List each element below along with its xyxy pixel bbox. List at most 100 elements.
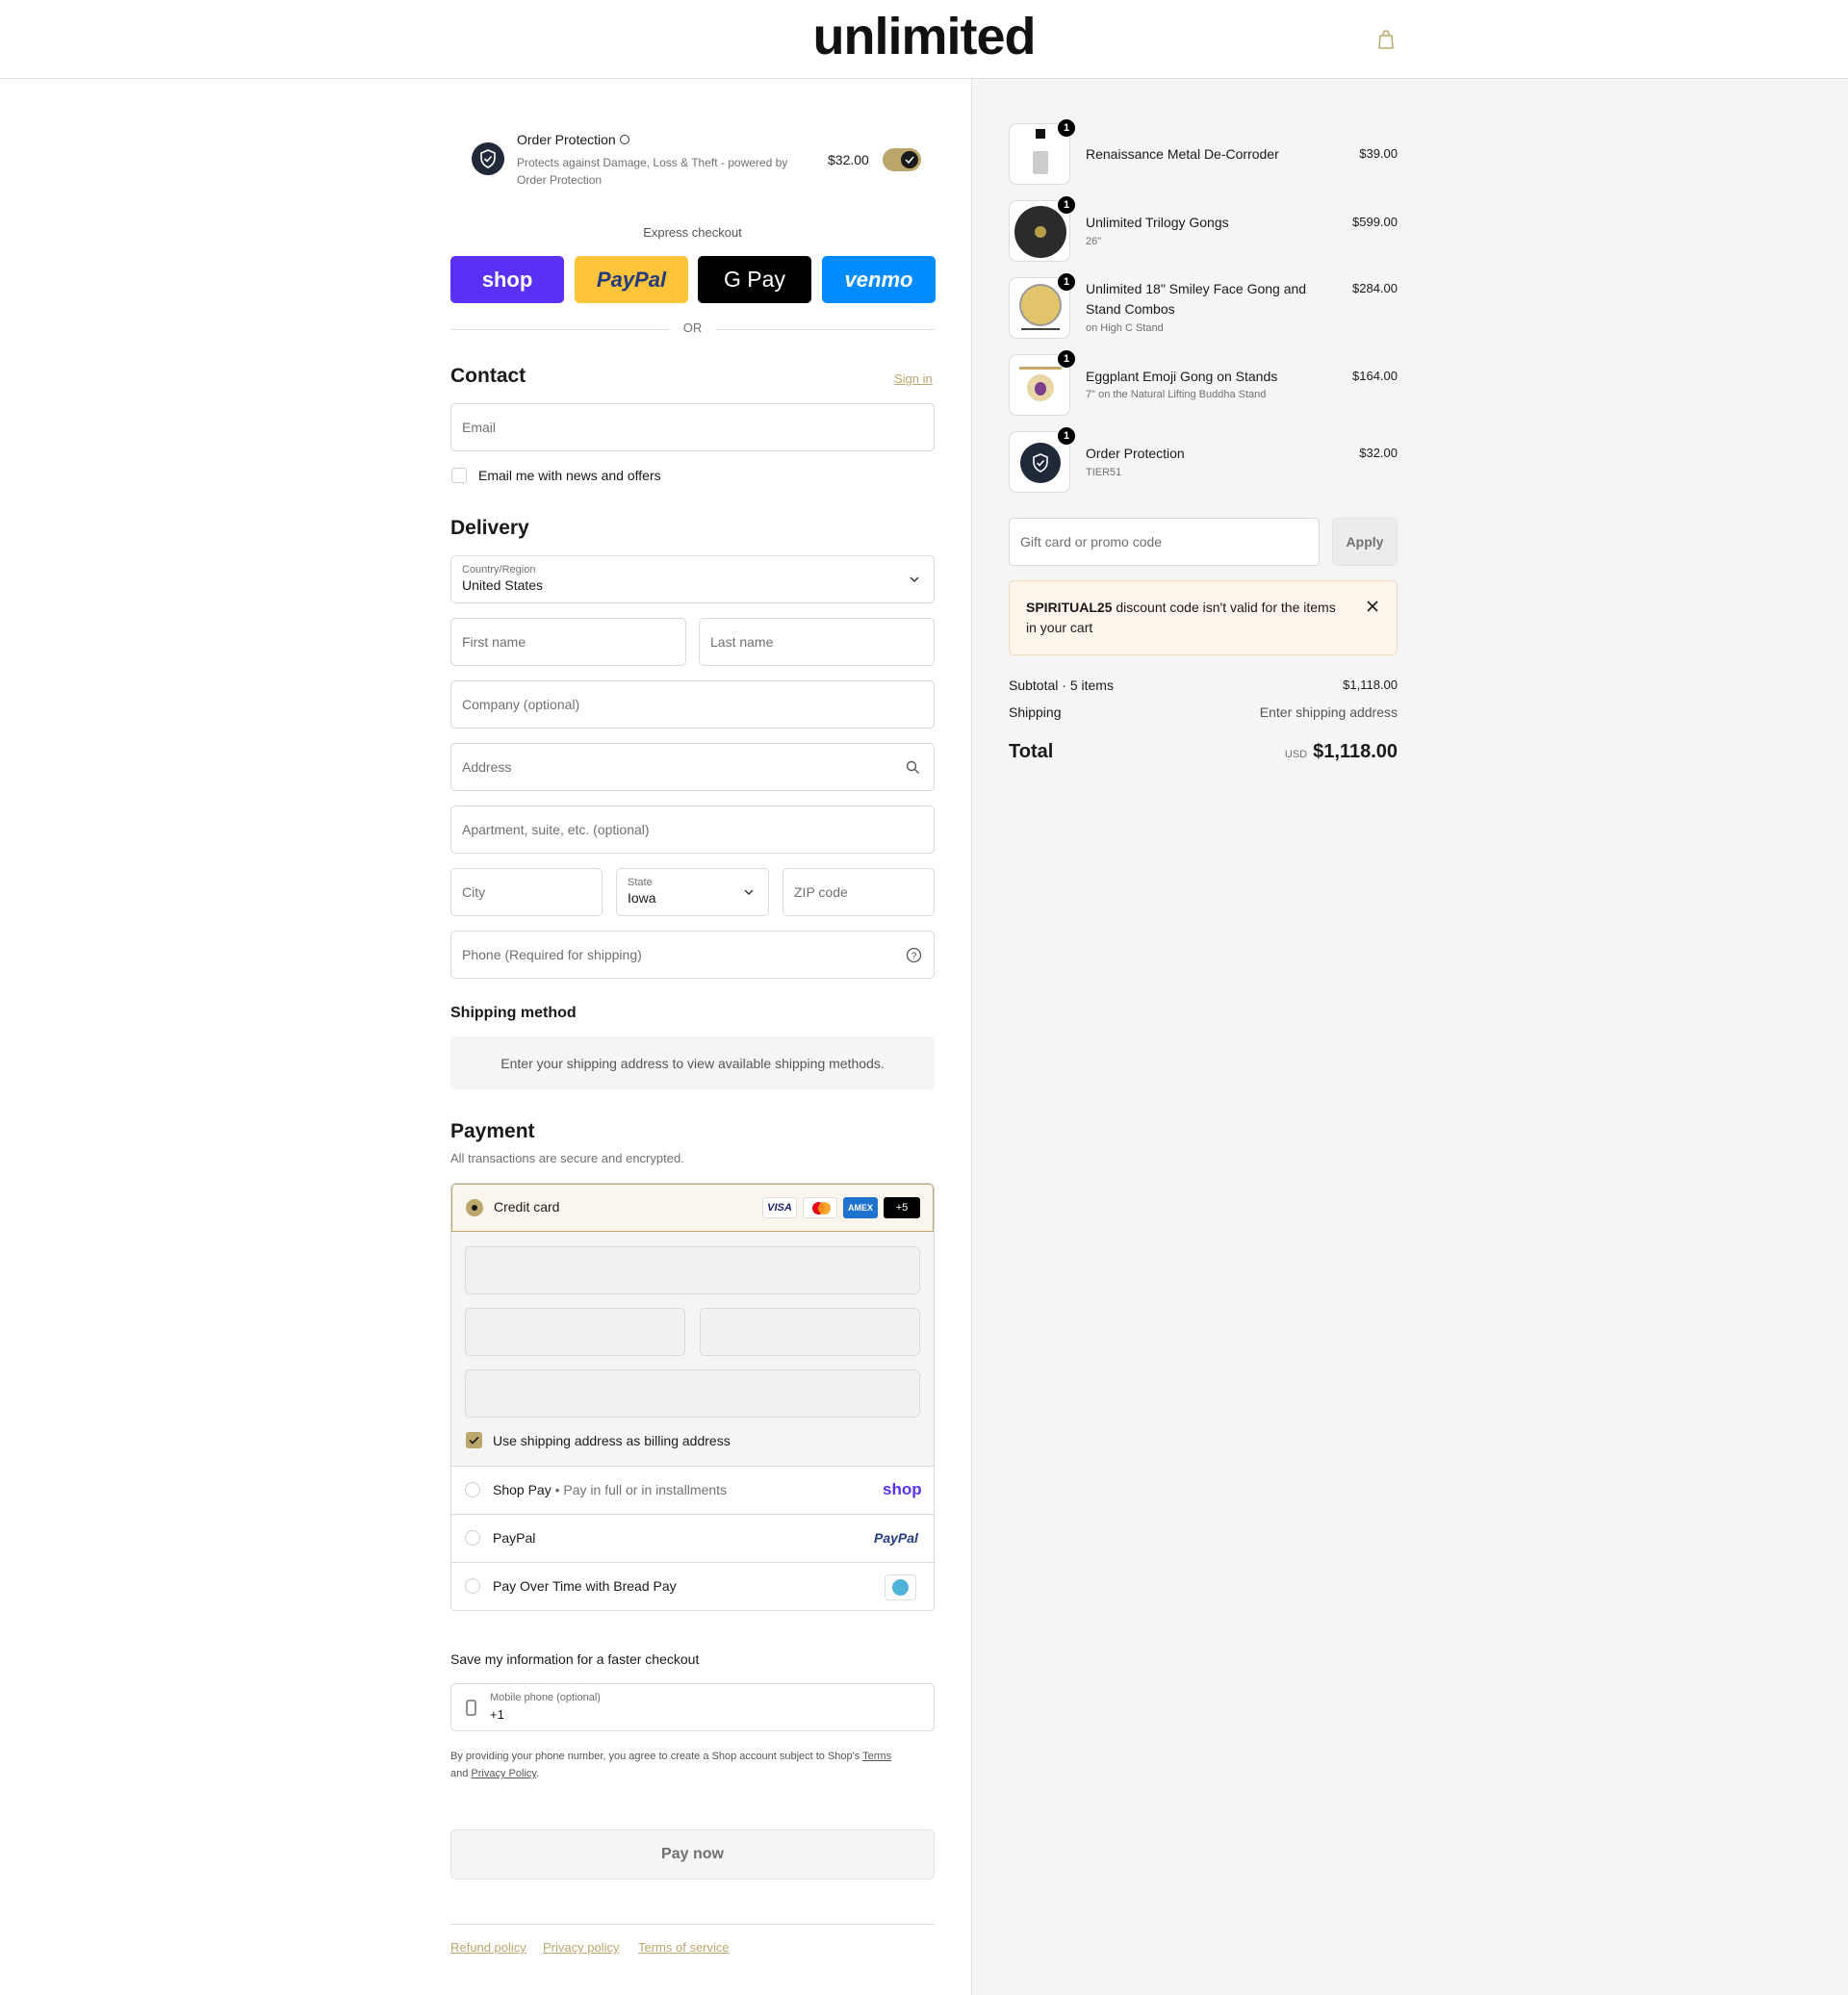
cart-item-name: Eggplant Emoji Gong on Stands xyxy=(1086,369,1278,384)
quantity-badge: 1 xyxy=(1057,195,1076,215)
billing-same-label: Use shipping address as billing address xyxy=(493,1433,731,1448)
info-icon[interactable] xyxy=(619,135,629,145)
newsletter-label: Email me with news and offers xyxy=(478,468,661,483)
state-select[interactable]: State Iowa xyxy=(616,868,769,916)
or-label: OR xyxy=(682,320,703,335)
paypal-logo: PayPal xyxy=(874,1530,918,1546)
bread-pay-option[interactable]: Pay Over Time with Bread Pay xyxy=(451,1562,934,1610)
venmo-button[interactable]: venmo xyxy=(822,256,936,303)
svg-text:?: ? xyxy=(911,952,917,962)
apply-button[interactable]: Apply xyxy=(1332,518,1398,566)
payment-methods: Credit card VISA AMEX +5 Use shipping ad… xyxy=(450,1183,935,1611)
discount-error-banner: SPIRITUAL25 discount code isn't valid fo… xyxy=(1009,580,1398,655)
order-protection-toggle[interactable] xyxy=(883,148,921,171)
shipping-value: Enter shipping address xyxy=(1259,704,1398,720)
card-expiry-field[interactable] xyxy=(465,1308,685,1356)
unlimited-logo[interactable]: unlimited xyxy=(778,10,1070,67)
subtotal-label: Subtotal · 5 items xyxy=(1009,678,1114,693)
shipping-label: Shipping xyxy=(1009,704,1062,720)
total-label: Total xyxy=(1009,741,1054,762)
more-cards-badge: +5 xyxy=(884,1197,920,1218)
country-select[interactable]: Country/Region United States xyxy=(450,555,935,603)
save-info-title: Save my information for a faster checkou… xyxy=(450,1651,700,1667)
help-icon[interactable]: ? xyxy=(906,947,922,963)
cart-item-price: $32.00 xyxy=(1359,446,1398,460)
cart-item-price: $39.00 xyxy=(1359,146,1398,161)
credit-card-label: Credit card xyxy=(494,1199,560,1215)
chevron-down-icon xyxy=(910,576,919,582)
header: unlimited xyxy=(0,0,1848,79)
quantity-badge: 1 xyxy=(1057,349,1076,369)
shop-pay-button[interactable]: shop xyxy=(450,256,564,303)
discount-error-text: SPIRITUAL25 discount code isn't valid fo… xyxy=(1026,600,1336,635)
divider xyxy=(450,329,669,330)
privacy-policy-link[interactable]: Privacy Policy xyxy=(471,1768,536,1779)
terms-link[interactable]: Terms xyxy=(862,1751,891,1762)
newsletter-checkbox[interactable] xyxy=(451,468,467,483)
phone-icon xyxy=(466,1700,476,1716)
apartment-field[interactable]: Apartment, suite, etc. (optional) xyxy=(450,806,935,854)
subtotal-value: $1,118.00 xyxy=(1343,678,1398,692)
chevron-down-icon xyxy=(744,889,754,895)
paypal-radio[interactable] xyxy=(465,1530,480,1546)
mobile-phone-field[interactable]: Mobile phone (optional) +1 xyxy=(450,1683,935,1731)
city-field[interactable]: City xyxy=(450,868,603,916)
payment-title: Payment xyxy=(450,1120,535,1142)
cart-item-price: $284.00 xyxy=(1352,281,1398,295)
card-cvc-field[interactable] xyxy=(700,1308,920,1356)
shop-pay-option[interactable]: Shop Pay • Pay in full or in installment… xyxy=(451,1466,934,1514)
first-name-field[interactable]: First name xyxy=(450,618,686,666)
last-name-field[interactable]: Last name xyxy=(699,618,935,666)
order-protection-price: $32.00 xyxy=(828,152,869,167)
order-protection-desc2: Order Protection xyxy=(517,173,603,187)
check-icon xyxy=(469,1436,479,1445)
amex-icon: AMEX xyxy=(843,1197,878,1218)
cart-item-price: $599.00 xyxy=(1352,215,1398,229)
paypal-label: PayPal xyxy=(493,1530,536,1546)
payment-subtitle: All transactions are secure and encrypte… xyxy=(450,1151,684,1165)
paypal-button[interactable]: PayPal xyxy=(575,256,688,303)
quantity-badge: 1 xyxy=(1057,118,1076,138)
card-name-field[interactable] xyxy=(465,1369,920,1418)
order-protection-title: Order Protection xyxy=(517,132,629,147)
bread-pay-radio[interactable] xyxy=(465,1578,480,1594)
promo-code-field[interactable]: Gift card or promo code xyxy=(1009,518,1320,566)
phone-field[interactable]: Phone (Required for shipping) ? xyxy=(450,931,935,979)
order-summary-panel xyxy=(971,79,1848,1995)
paypal-option[interactable]: PayPal PayPal xyxy=(451,1514,934,1562)
close-icon[interactable] xyxy=(1367,601,1378,612)
sign-in-link[interactable]: Sign in xyxy=(894,371,933,386)
mastercard-icon xyxy=(803,1197,837,1218)
credit-card-option[interactable]: Credit card VISA AMEX +5 xyxy=(451,1184,934,1232)
refund-policy-link[interactable]: Refund policy xyxy=(450,1940,526,1955)
credit-card-radio[interactable] xyxy=(466,1199,483,1216)
card-number-field[interactable] xyxy=(465,1246,920,1294)
check-icon xyxy=(901,151,918,168)
cart-item-variant: TIER51 xyxy=(1086,467,1122,478)
cart-item-variant: on High C Stand xyxy=(1086,322,1164,334)
quantity-badge: 1 xyxy=(1057,426,1076,446)
order-protection-desc: Protects against Damage, Loss & Theft - … xyxy=(517,156,788,169)
zip-field[interactable]: ZIP code xyxy=(783,868,935,916)
google-pay-button[interactable]: G Pay xyxy=(698,256,811,303)
address-field[interactable]: Address xyxy=(450,743,935,791)
search-icon xyxy=(906,760,919,774)
company-field[interactable]: Company (optional) xyxy=(450,680,935,729)
bag-icon[interactable] xyxy=(1377,29,1395,50)
cart-item-price: $164.00 xyxy=(1352,369,1398,383)
terms-of-service-link[interactable]: Terms of service xyxy=(638,1940,730,1955)
email-field[interactable]: Email xyxy=(450,403,935,451)
cart-item-variant: 7" on the Natural Lifting Buddha Stand xyxy=(1086,389,1267,400)
quantity-badge: 1 xyxy=(1057,272,1076,292)
cart-item-name: Unlimited 18" Smiley Face Gong and xyxy=(1086,281,1307,296)
cart-item-name: Unlimited Trilogy Gongs xyxy=(1086,215,1229,230)
privacy-policy-footer-link[interactable]: Privacy policy xyxy=(543,1940,619,1955)
divider xyxy=(716,329,935,330)
divider xyxy=(450,1924,935,1925)
pay-now-button[interactable]: Pay now xyxy=(450,1829,935,1880)
shipping-method-title: Shipping method xyxy=(450,1005,577,1021)
card-form: Use shipping address as billing address xyxy=(451,1232,934,1466)
shop-pay-radio[interactable] xyxy=(465,1482,480,1497)
cart-item-name: Renaissance Metal De-Corroder xyxy=(1086,146,1279,162)
billing-same-checkbox[interactable] xyxy=(466,1432,482,1448)
